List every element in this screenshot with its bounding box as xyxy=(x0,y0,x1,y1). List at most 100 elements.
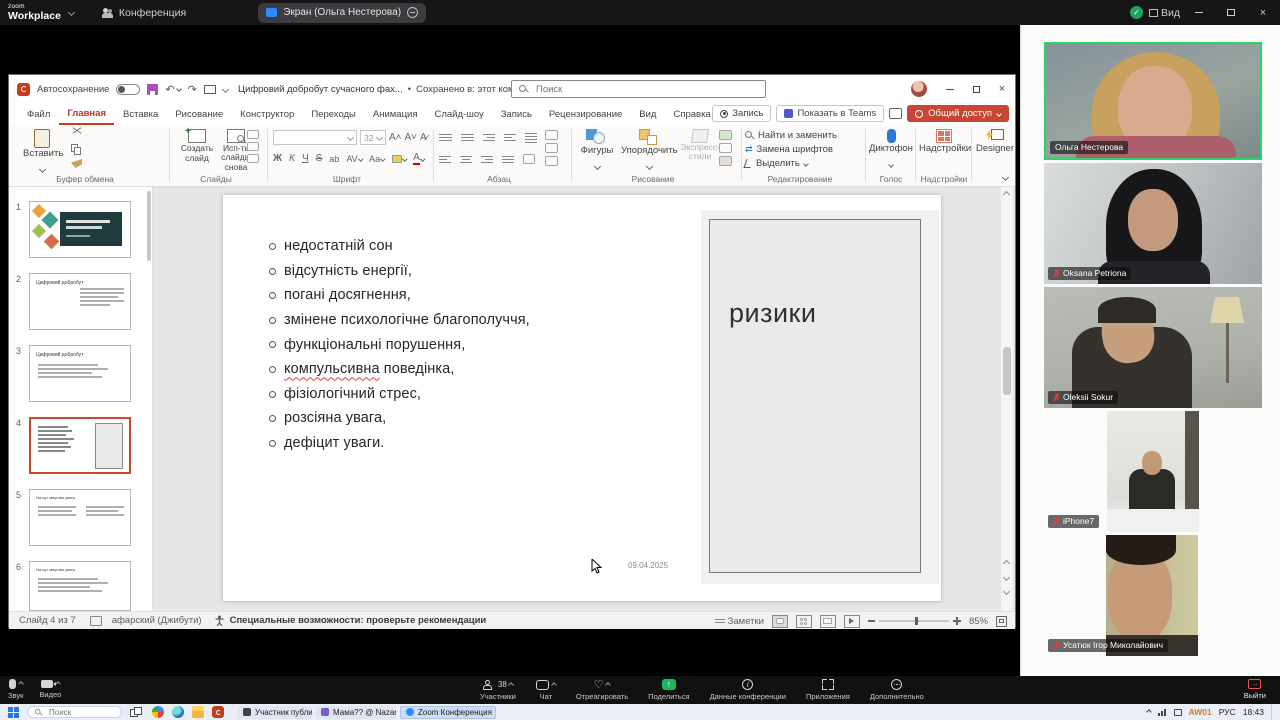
highlight-color-button[interactable] xyxy=(392,155,407,163)
slideshow-view-button[interactable] xyxy=(844,615,860,628)
ppt-minimize-button[interactable] xyxy=(937,79,963,99)
share-button[interactable]: Общий доступ xyxy=(907,105,1009,122)
font-color-button[interactable]: А xyxy=(413,152,424,165)
reading-view-button[interactable] xyxy=(820,615,836,628)
designer-button[interactable]: Designer xyxy=(975,128,1015,184)
section-button[interactable] xyxy=(247,154,259,163)
font-size-select[interactable]: 32 xyxy=(360,130,386,145)
participants-button[interactable]: 38 Участники xyxy=(480,680,516,701)
shape-fill-button[interactable] xyxy=(719,130,732,140)
increase-indent-button[interactable] xyxy=(504,132,516,143)
video-tile-oleksii[interactable]: Oleksii Sokur xyxy=(1044,287,1262,408)
video-tile-iphone[interactable]: iPhone7 xyxy=(1044,411,1262,532)
audio-options-icon[interactable] xyxy=(18,681,24,687)
zoom-percentage[interactable]: 85% xyxy=(969,616,988,627)
tab-review[interactable]: Рецензирование xyxy=(541,105,630,124)
copy-button[interactable] xyxy=(71,144,82,155)
change-case-button[interactable]: Aa xyxy=(369,154,385,164)
leave-button[interactable]: → Выйти xyxy=(1244,679,1266,700)
video-button[interactable]: Видео xyxy=(39,680,61,699)
clear-formatting-button[interactable]: A̷ xyxy=(420,132,427,143)
network-icon[interactable] xyxy=(1158,709,1167,716)
paste-button[interactable]: Вставить xyxy=(23,129,61,177)
video-options-icon[interactable] xyxy=(55,681,61,687)
zoom-in-icon[interactable] xyxy=(953,617,961,625)
taskbar-search[interactable] xyxy=(27,706,122,718)
tab-design[interactable]: Конструктор xyxy=(232,105,302,124)
align-center-button[interactable] xyxy=(460,154,472,165)
tab-screen-share[interactable]: Экран (Ольга Нестерова) xyxy=(258,3,426,23)
reactions-options-icon[interactable] xyxy=(606,682,612,688)
slide-thumbnail-2[interactable]: Цифровий добробут xyxy=(29,273,131,330)
video-tile-olga[interactable]: Ольга Нестерова xyxy=(1044,42,1262,160)
font-name-select[interactable] xyxy=(273,130,357,145)
columns-button[interactable] xyxy=(523,154,535,164)
tab-view[interactable]: Вид xyxy=(631,105,664,124)
zoom-slider-track[interactable] xyxy=(879,620,949,622)
zoom-slider[interactable] xyxy=(868,617,961,625)
strikethrough-button[interactable]: S xyxy=(316,153,323,164)
tab-record[interactable]: Запись xyxy=(493,105,540,124)
cut-button[interactable] xyxy=(71,130,83,140)
ppt-restore-button[interactable] xyxy=(963,79,989,99)
slideshow-icon[interactable] xyxy=(204,85,216,94)
scroll-up-icon[interactable] xyxy=(1003,191,1010,198)
autosave-toggle[interactable] xyxy=(116,84,140,95)
start-button[interactable] xyxy=(8,707,19,718)
normal-view-button[interactable] xyxy=(772,615,788,628)
align-left-button[interactable] xyxy=(439,154,451,165)
more-button[interactable]: Дополнительно xyxy=(870,679,924,701)
slide-sorter-view-button[interactable] xyxy=(796,615,812,628)
chat-options-icon[interactable] xyxy=(551,682,557,688)
slide-thumbnail-1[interactable] xyxy=(29,201,131,258)
account-avatar[interactable] xyxy=(911,81,927,97)
shape-outline-button[interactable] xyxy=(719,143,732,153)
smartart-button[interactable] xyxy=(545,156,558,166)
meeting-info-button[interactable]: i Данные конференции xyxy=(710,679,786,701)
apps-button[interactable]: Приложения xyxy=(806,679,850,701)
format-painter-button[interactable] xyxy=(71,159,82,168)
taskbar-window-3-active[interactable]: Zoom Конференция xyxy=(400,706,496,719)
quick-styles-button[interactable]: Экспресс-стили xyxy=(679,129,721,162)
slide-thumbnail-6[interactable]: На що звертаю увагу xyxy=(29,561,131,611)
reactions-button[interactable]: ♡ Отреагировать xyxy=(576,680,628,701)
tab-help[interactable]: Справка xyxy=(665,105,718,124)
decrease-indent-button[interactable] xyxy=(483,132,495,143)
fit-slide-button[interactable] xyxy=(996,616,1007,627)
dictate-button[interactable]: Диктофон xyxy=(869,129,913,172)
find-replace-button[interactable]: Найти и заменить xyxy=(745,130,861,141)
tab-file[interactable]: Файл xyxy=(19,105,58,124)
tab-conference[interactable]: Конференция xyxy=(102,7,186,19)
tray-badge[interactable]: AW01 xyxy=(1189,707,1212,717)
subscript-button[interactable]: ab xyxy=(329,154,339,164)
view-button[interactable]: Вид xyxy=(1149,7,1180,19)
justify-button[interactable] xyxy=(502,154,514,165)
text-direction-button[interactable] xyxy=(545,130,558,140)
record-button[interactable]: Запись xyxy=(712,105,771,122)
taskbar-window-1[interactable]: Участник публикс... xyxy=(238,706,312,719)
language-switcher[interactable]: РУС xyxy=(1219,707,1236,717)
tab-slideshow[interactable]: Слайд-шоу xyxy=(427,105,492,124)
taskbar-window-2[interactable]: Мама?? @ Nazar (7... xyxy=(316,706,396,719)
decrease-font-button[interactable]: A˅ xyxy=(405,132,418,143)
video-tile-oksana[interactable]: Oksana Petriona xyxy=(1044,163,1262,284)
numbering-button[interactable] xyxy=(461,132,474,143)
zoom-out-icon[interactable] xyxy=(868,620,875,621)
line-spacing-button[interactable] xyxy=(525,131,537,145)
slide-canvas[interactable]: недостатній сон відсутність енергії, пог… xyxy=(223,195,941,601)
share-screen-button[interactable]: ↑ Поделиться xyxy=(648,679,689,701)
show-desktop-button[interactable] xyxy=(1271,704,1274,720)
stop-share-icon[interactable] xyxy=(407,7,418,18)
slide-thumbnail-4-selected[interactable] xyxy=(29,417,131,474)
chrome-icon[interactable] xyxy=(152,706,164,718)
tab-animations[interactable]: Анимация xyxy=(365,105,426,124)
quick-access-more-icon[interactable] xyxy=(222,85,229,92)
save-icon[interactable] xyxy=(147,84,158,95)
audio-button[interactable]: Звук xyxy=(8,679,23,700)
present-in-teams-button[interactable]: Показать в Teams xyxy=(776,105,884,122)
zoom-workplace-menu[interactable]: zoom Workplace xyxy=(8,4,74,21)
editor-scrollbar[interactable] xyxy=(1001,187,1013,611)
bullets-button[interactable] xyxy=(439,132,452,143)
arrange-button[interactable]: Упорядочить xyxy=(621,129,677,174)
slide-counter[interactable]: Слайд 4 из 7 xyxy=(19,615,76,626)
